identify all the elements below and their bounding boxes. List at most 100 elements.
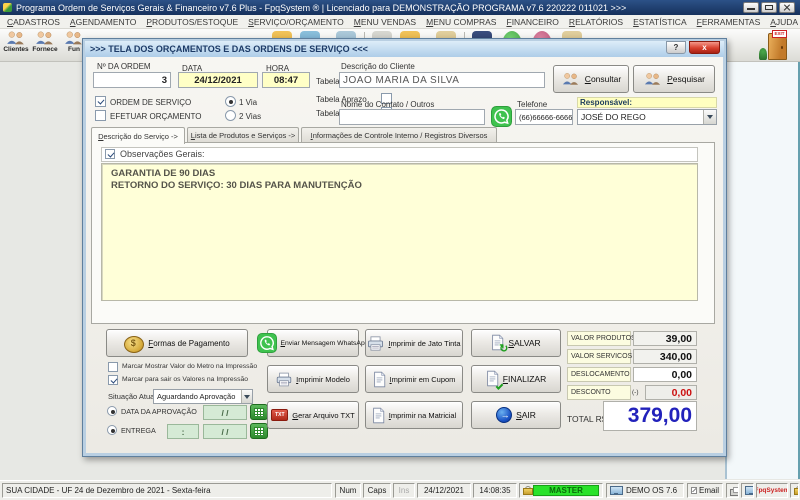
efetuar-orcamento-checkbox[interactable]: [95, 110, 106, 121]
deslocamento-label: DESLOCAMENTO: [567, 367, 631, 382]
cliente-label: Descrição do Cliente: [341, 62, 415, 71]
window-titlebar[interactable]: Programa Ordem de Serviços Gerais & Fina…: [0, 0, 800, 15]
contato-label: Nome do Contato / Outros: [341, 100, 434, 109]
data-aprovacao-radio[interactable]: [107, 406, 117, 416]
entrega-data-field[interactable]: / /: [203, 424, 247, 439]
chevron-down-icon: [707, 115, 713, 119]
total-field: 379,00: [603, 401, 697, 431]
maximize-button[interactable]: [761, 2, 777, 13]
imprimir-modelo-button[interactable]: Imprimir Modelo: [267, 365, 359, 393]
ordem-servico-checkbox[interactable]: [95, 96, 106, 107]
order-number-field[interactable]: 3: [93, 72, 171, 88]
date-field[interactable]: 24/12/2021: [178, 72, 258, 88]
imprimir-cupom-button[interactable]: Imprimir em Cupom: [365, 365, 463, 393]
cliente-field[interactable]: JOAO MARIA DA SILVA: [339, 72, 545, 88]
toolbar-fornecedores-label: Fornece: [32, 46, 57, 53]
exit-sign-label: EXIT: [772, 30, 787, 38]
status-printer-button[interactable]: [726, 483, 739, 498]
gerar-txt-button[interactable]: TXT Gerar Arquivo TXT: [267, 401, 359, 429]
situacao-value: Aguardando Aprovação: [157, 392, 235, 401]
menu-agendamento[interactable]: AGENDAMENTO: [65, 17, 141, 27]
maximize-icon: [765, 5, 773, 10]
contato-field[interactable]: [339, 109, 485, 125]
menu-financeiro[interactable]: FINANCEIRO: [501, 17, 563, 27]
valor-servicos-label: VALOR SERVICOS: [567, 349, 631, 364]
via1-radio[interactable]: [225, 96, 236, 107]
menu-ajuda[interactable]: AJUDA: [765, 17, 800, 27]
document-icon: [373, 371, 386, 388]
whatsapp-button[interactable]: Enviar Mensagem WhatsApp: [267, 329, 359, 357]
menu-produtos-estoque[interactable]: PRODUTOS/ESTOQUE: [141, 17, 243, 27]
dialog-title: >>> TELA DOS ORÇAMENTOS E DAS ORDENS DE …: [90, 44, 368, 54]
observacoes-checkbox[interactable]: [105, 149, 115, 159]
menu-compras[interactable]: MENU COMPRAS: [421, 17, 501, 27]
status-email-button[interactable]: Email: [687, 483, 723, 498]
status-ins: Ins: [393, 483, 415, 498]
telefone-field[interactable]: (66)66666-6666: [515, 109, 573, 125]
salvar-button[interactable]: ↻ SALVAR: [471, 329, 561, 357]
data-aprovacao-field[interactable]: / /: [203, 405, 247, 420]
toolbar-clientes-button[interactable]: Clientes: [2, 30, 30, 53]
menu-estatistica[interactable]: ESTATÍSTICA: [628, 17, 692, 27]
status-caps: Caps: [363, 483, 391, 498]
situacao-dropdown[interactable]: Aguardando Aprovação: [153, 389, 253, 404]
desconto-minus-sign: (-): [632, 389, 639, 396]
gerar-txt-label: Gerar Arquivo TXT: [292, 411, 354, 420]
chevron-down-icon: [244, 395, 250, 399]
deslocamento-field[interactable]: 0,00: [633, 367, 697, 382]
dialog-help-button[interactable]: ?: [666, 41, 686, 54]
sair-label: SAIR: [516, 410, 536, 420]
app-icon: [3, 3, 12, 12]
dialog-titlebar[interactable]: >>> TELA DOS ORÇAMENTOS E DAS ORDENS DE …: [85, 41, 724, 57]
search-people-icon: [643, 72, 663, 86]
close-button[interactable]: [779, 2, 795, 13]
tab-controle-interno[interactable]: Informações de Controle Interno / Regist…: [301, 127, 497, 143]
finalizar-button[interactable]: FINALIZAR: [471, 365, 561, 393]
desconto-field[interactable]: 0,00: [645, 385, 697, 400]
toolbar-fornecedores-button[interactable]: Fornece: [31, 30, 59, 53]
status-bar: SUA CIDADE - UF 24 de Dezembro de 2021 -…: [0, 480, 800, 500]
via2-radio[interactable]: [225, 110, 236, 121]
monitor-icon: [610, 486, 621, 495]
observacoes-textarea[interactable]: GARANTIA DE 90 DIAS RETORNO DO SERVIÇO: …: [101, 163, 698, 301]
mostrar-metro-checkbox[interactable]: [108, 362, 118, 372]
sair-valores-checkbox[interactable]: [108, 375, 118, 385]
formas-pagamento-button[interactable]: Formas de Pagamento: [106, 329, 248, 357]
dropdown-button[interactable]: [703, 110, 716, 124]
sair-button[interactable]: SAIR: [471, 401, 561, 429]
entrega-calendar-button[interactable]: [250, 423, 268, 439]
menu-relatorios[interactable]: RELATÓRIOS: [564, 17, 628, 27]
dropdown-button[interactable]: [241, 390, 252, 403]
ordem-servico-label: ORDEM DE SERVIÇO: [110, 98, 191, 107]
responsavel-value: JOSÉ DO REGO: [581, 112, 646, 122]
imprimir-matricial-button[interactable]: Imprimir na Matricial: [365, 401, 463, 429]
imprimir-matricial-label: Imprimir na Matricial: [389, 411, 457, 420]
imprimir-modelo-label: Imprimir Modelo: [296, 375, 350, 384]
status-user-badge: MASTER: [533, 485, 599, 496]
aprovacao-calendar-button[interactable]: [250, 404, 268, 420]
menu-vendas[interactable]: MENU VENDAS: [349, 17, 421, 27]
whatsapp-icon[interactable]: [491, 106, 512, 127]
toolbar-exit-button[interactable]: EXIT: [758, 30, 794, 61]
tab-lista-produtos[interactable]: Lista de Produtos e Serviços ->: [187, 127, 299, 143]
imprimir-jato-tinta-button[interactable]: Imprimir de Jato Tinta: [365, 329, 463, 357]
menu-cadastros[interactable]: CADASTROS: [2, 17, 65, 27]
responsavel-dropdown[interactable]: JOSÉ DO REGO: [577, 109, 717, 125]
menu-ferramentas[interactable]: FERRAMENTAS: [692, 17, 766, 27]
time-field[interactable]: 08:47: [262, 72, 310, 88]
entrega-radio[interactable]: [107, 425, 117, 435]
consultar-button[interactable]: Consultar: [553, 65, 629, 93]
minimize-button[interactable]: [743, 2, 759, 13]
desconto-label: DESCONTO: [567, 385, 631, 400]
telefone-label: Telefone: [517, 100, 547, 109]
dialog-close-button[interactable]: x: [689, 41, 720, 54]
menu-servico-orcamento[interactable]: SERVIÇO/ORÇAMENTO: [243, 17, 349, 27]
status-date: 24/12/2021: [417, 483, 471, 498]
tab-descricao-servico[interactable]: Descrição do Serviço ->: [91, 127, 185, 144]
valor-produtos-label: VALOR PRODUTOS: [567, 331, 631, 346]
pesquisar-button[interactable]: Pesquisar: [633, 65, 715, 93]
status-network-button[interactable]: [741, 483, 754, 498]
data-aprovacao-label: DATA DA APROVAÇÃO: [121, 407, 197, 416]
entrega-hora-field[interactable]: :: [167, 424, 199, 439]
minimize-icon: [747, 8, 755, 10]
